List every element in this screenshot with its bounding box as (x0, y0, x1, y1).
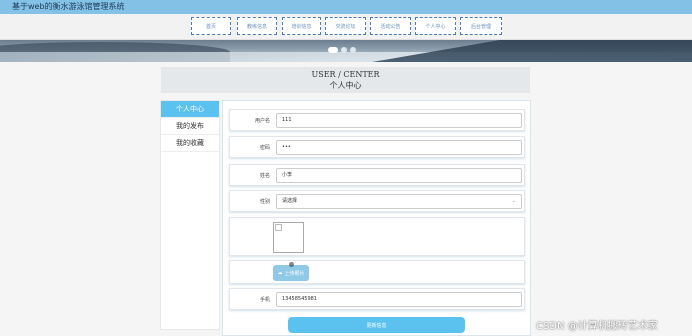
nav-item-home[interactable]: 首页 (191, 17, 231, 35)
sidebar-item-my-posts[interactable]: 我的发布 (161, 118, 219, 135)
carousel-indicators (328, 47, 356, 53)
nav-item-user-center[interactable]: 个人中心 (415, 17, 456, 35)
nav-item-forum[interactable]: 交流论坛 (325, 17, 366, 35)
password-row: 密码 ••• (229, 136, 525, 158)
sidebar-item-user-center[interactable]: 个人中心 (161, 101, 219, 118)
name-label: 姓名 (259, 173, 270, 179)
password-label: 密码 (259, 145, 270, 151)
username-row: 用户名 111 (229, 109, 525, 131)
avatar-image[interactable] (273, 222, 304, 253)
upload-row: ☁ 上传照片 (229, 260, 525, 284)
carousel-dot[interactable] (350, 47, 356, 53)
name-input[interactable]: 小李 (276, 168, 522, 183)
carousel-dot[interactable] (341, 47, 347, 53)
gender-select[interactable]: 请选择 ⌄ (276, 194, 522, 209)
nav-item-announcements[interactable]: 活动公告 (370, 17, 411, 35)
gender-row: 性别 请选择 ⌄ (229, 190, 525, 212)
photo-row (229, 217, 525, 256)
mouse-cursor (289, 262, 294, 267)
name-row: 姓名 小李 (229, 164, 525, 186)
username-label: 用户名 (254, 118, 270, 124)
update-info-button[interactable]: 更新信息 (288, 317, 465, 333)
username-input[interactable]: 111 (276, 113, 522, 128)
top-bar: 基于web的衡水游泳馆管理系统 (0, 0, 692, 14)
site-title: 基于web的衡水游泳馆管理系统 (12, 2, 125, 11)
gender-label: 性别 (259, 199, 270, 205)
phone-row: 手机 13458545981 (229, 288, 525, 310)
broken-image-icon (275, 224, 282, 231)
phone-input[interactable]: 13458545981 (276, 292, 522, 307)
profile-form: 用户名 111 密码 ••• 姓名 小李 性别 请选择 ⌄ ☁ 上传照片 手机 … (222, 100, 531, 336)
user-sidebar: 个人中心 我的发布 我的收藏 (160, 100, 220, 330)
upload-photo-label: 上传照片 (284, 270, 305, 277)
sidebar-item-my-favorites[interactable]: 我的收藏 (161, 135, 219, 152)
cloud-upload-icon: ☁ (277, 270, 283, 276)
page-title: 个人中心 (329, 81, 362, 90)
page-header: USER / CENTER 个人中心 (161, 67, 530, 93)
main-nav: 首页 教练信息 培训信息 交流论坛 活动公告 个人中心 后台管理 (0, 14, 692, 40)
page-title-en: USER / CENTER (311, 70, 380, 79)
nav-item-coaches[interactable]: 教练信息 (237, 17, 277, 35)
carousel-dot[interactable] (328, 47, 338, 53)
nav-item-training[interactable]: 培训信息 (282, 17, 321, 35)
gender-select-value: 请选择 (282, 198, 298, 204)
csdn-watermark: CSDN @计算机搬砖艺术家 (536, 321, 658, 332)
chevron-down-icon: ⌄ (511, 198, 516, 204)
password-input[interactable]: ••• (276, 140, 522, 155)
upload-photo-button[interactable]: ☁ 上传照片 (273, 265, 309, 281)
nav-item-admin[interactable]: 后台管理 (460, 17, 502, 35)
phone-label: 手机 (259, 297, 270, 303)
